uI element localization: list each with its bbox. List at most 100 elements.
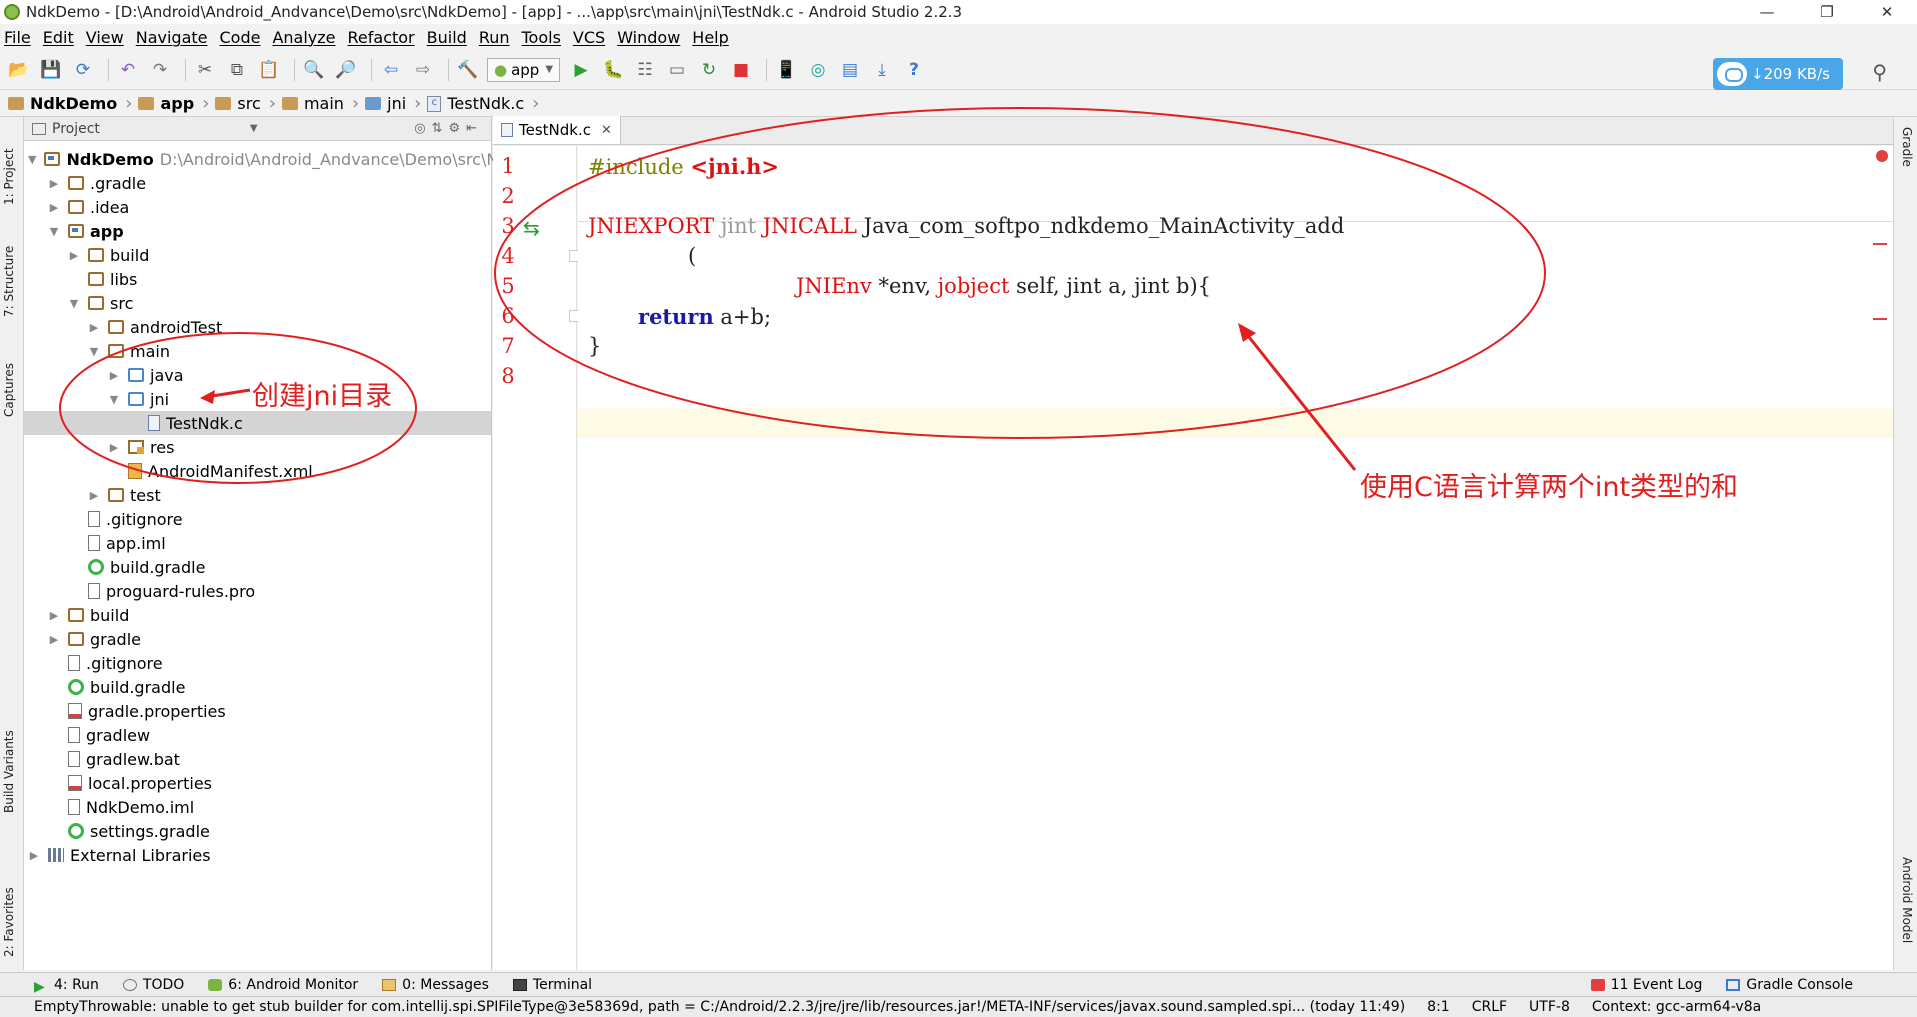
tool-tab-terminal[interactable]: Terminal bbox=[512, 977, 592, 993]
file-encoding[interactable]: UTF-8 bbox=[1529, 999, 1570, 1015]
menu-edit[interactable]: Edit bbox=[43, 28, 74, 47]
search-everywhere-icon[interactable]: ⚲ bbox=[1872, 60, 1887, 84]
save-all-icon[interactable]: 💾 bbox=[38, 57, 64, 83]
tree-row[interactable]: AndroidManifest.xml bbox=[24, 459, 491, 483]
breadcrumb-item[interactable]: NdkDemo › bbox=[8, 93, 132, 114]
tree-row[interactable]: ▼ src bbox=[24, 291, 491, 315]
tree-row[interactable]: ▼ main bbox=[24, 339, 491, 363]
tree-row[interactable]: ▶ res bbox=[24, 435, 491, 459]
minimize-button[interactable]: — bbox=[1737, 0, 1797, 24]
maximize-button[interactable]: ❐ bbox=[1797, 0, 1857, 24]
tree-row[interactable]: ▶ gradle bbox=[24, 627, 491, 651]
jni-navigation-icon[interactable]: ⇆ bbox=[523, 216, 540, 240]
avd-manager-icon[interactable]: 📱 bbox=[773, 57, 799, 83]
menu-window[interactable]: Window bbox=[617, 28, 680, 47]
collapsed-arrow-icon[interactable]: ▶ bbox=[68, 249, 80, 262]
project-view-select[interactable]: Project bbox=[52, 121, 100, 137]
paste-icon[interactable]: 📋 bbox=[256, 57, 282, 83]
menu-code[interactable]: Code bbox=[220, 28, 261, 47]
sdk-manager-icon[interactable]: ⤓ bbox=[869, 57, 895, 83]
tree-row[interactable]: NdkDemo.iml bbox=[24, 795, 491, 819]
tree-row[interactable]: build.gradle bbox=[24, 675, 491, 699]
expanded-arrow-icon[interactable]: ▼ bbox=[28, 153, 36, 166]
gradle-sync-icon[interactable]: ◎ bbox=[805, 57, 831, 83]
open-folder-icon[interactable]: 📂 bbox=[6, 57, 32, 83]
project-structure-icon[interactable]: ▤ bbox=[837, 57, 863, 83]
collapsed-arrow-icon[interactable]: ▶ bbox=[88, 489, 100, 502]
collapsed-arrow-icon[interactable]: ▶ bbox=[28, 849, 40, 862]
close-tab-icon[interactable]: ✕ bbox=[601, 123, 612, 138]
tree-row[interactable]: libs bbox=[24, 267, 491, 291]
collapsed-arrow-icon[interactable]: ▶ bbox=[48, 177, 60, 190]
tree-row[interactable]: .gitignore bbox=[24, 651, 491, 675]
tree-row[interactable]: local.properties bbox=[24, 771, 491, 795]
redo-icon[interactable]: ↷ bbox=[147, 57, 173, 83]
collapsed-arrow-icon[interactable]: ▶ bbox=[48, 609, 60, 622]
tree-row[interactable]: ▶ test bbox=[24, 483, 491, 507]
collapsed-arrow-icon[interactable]: ▶ bbox=[88, 321, 100, 334]
close-button[interactable]: ✕ bbox=[1857, 0, 1917, 24]
tool-tab-gradle-console[interactable]: Gradle Console bbox=[1726, 977, 1853, 993]
tool-tab-favorites[interactable]: 2: Favorites bbox=[2, 887, 16, 957]
breadcrumb-item[interactable]: c TestNdk.c › bbox=[427, 93, 539, 114]
forward-icon[interactable]: ⇨ bbox=[410, 57, 436, 83]
tree-row[interactable]: .gitignore bbox=[24, 507, 491, 531]
error-stripe-mark[interactable] bbox=[1873, 243, 1887, 245]
menu-file[interactable]: File bbox=[4, 28, 31, 47]
replace-icon[interactable]: 🔎 bbox=[333, 57, 359, 83]
tree-row[interactable]: gradlew bbox=[24, 723, 491, 747]
run-config-select[interactable]: ● app ▼ bbox=[487, 57, 561, 82]
menu-build[interactable]: Build bbox=[427, 28, 467, 47]
tree-row[interactable]: ▶ build bbox=[24, 243, 491, 267]
stop-icon[interactable]: ■ bbox=[728, 57, 754, 83]
tree-row[interactable]: ▶ build bbox=[24, 603, 491, 627]
tool-tab-android-monitor[interactable]: 6: Android Monitor bbox=[208, 977, 358, 993]
expanded-arrow-icon[interactable]: ▼ bbox=[108, 393, 120, 406]
error-indicator-icon[interactable] bbox=[1876, 150, 1888, 162]
help-icon[interactable]: ? bbox=[901, 57, 927, 83]
breadcrumb-item[interactable]: jni › bbox=[365, 93, 421, 114]
menu-run[interactable]: Run bbox=[479, 28, 510, 47]
breadcrumb-item[interactable]: app › bbox=[138, 93, 209, 114]
breadcrumb-item[interactable]: main › bbox=[281, 93, 359, 114]
attach-debugger-icon[interactable]: ▭ bbox=[664, 57, 690, 83]
error-stripe-mark[interactable] bbox=[1873, 318, 1887, 320]
menu-view[interactable]: View bbox=[86, 28, 124, 47]
tree-row[interactable]: ▶ .idea bbox=[24, 195, 491, 219]
profile-icon[interactable]: ☷ bbox=[632, 57, 658, 83]
tab-testndk-c[interactable]: TestNdk.c ✕ bbox=[493, 116, 621, 144]
tree-row[interactable]: proguard-rules.pro bbox=[24, 579, 491, 603]
menu-refactor[interactable]: Refactor bbox=[348, 28, 415, 47]
expanded-arrow-icon[interactable]: ▼ bbox=[88, 345, 100, 358]
menu-vcs[interactable]: VCS bbox=[573, 28, 605, 47]
tool-tab-structure[interactable]: 7: Structure bbox=[2, 246, 16, 317]
menu-navigate[interactable]: Navigate bbox=[136, 28, 208, 47]
expanded-arrow-icon[interactable]: ▼ bbox=[68, 297, 80, 310]
breadcrumb-item[interactable]: src › bbox=[215, 93, 276, 114]
tree-row[interactable]: ▶ androidTest bbox=[24, 315, 491, 339]
tool-tab-android-model[interactable]: Android Model bbox=[1900, 857, 1914, 943]
collapsed-arrow-icon[interactable]: ▶ bbox=[108, 369, 120, 382]
tool-tab-gradle[interactable]: Gradle bbox=[1900, 127, 1914, 167]
menu-tools[interactable]: Tools bbox=[522, 28, 561, 47]
copy-icon[interactable]: ⧉ bbox=[224, 57, 250, 83]
status-message[interactable]: EmptyThrowable: unable to get stub build… bbox=[34, 999, 1405, 1015]
make-project-icon[interactable]: 🔨 bbox=[455, 57, 481, 83]
tree-row[interactable]: ▶ External Libraries bbox=[24, 843, 491, 867]
tool-tab-messages[interactable]: 0: Messages bbox=[382, 977, 489, 993]
line-separator[interactable]: CRLF bbox=[1472, 999, 1507, 1015]
expanded-arrow-icon[interactable]: ▼ bbox=[48, 225, 60, 238]
tree-row[interactable]: build.gradle bbox=[24, 555, 491, 579]
menu-analyze[interactable]: Analyze bbox=[272, 28, 335, 47]
menu-help[interactable]: Help bbox=[692, 28, 728, 47]
tree-row[interactable]: gradle.properties bbox=[24, 699, 491, 723]
collapsed-arrow-icon[interactable]: ▶ bbox=[108, 441, 120, 454]
back-icon[interactable]: ⇦ bbox=[378, 57, 404, 83]
tool-tab-project[interactable]: 1: Project bbox=[2, 148, 16, 205]
code-editor[interactable]: #include <jni.h> JNIEXPORT jint JNICALL … bbox=[578, 146, 1893, 970]
caret-position[interactable]: 8:1 bbox=[1427, 999, 1450, 1015]
tool-tab-event-log[interactable]: 11 Event Log bbox=[1590, 977, 1702, 993]
tool-tab-todo[interactable]: TODO bbox=[122, 977, 184, 993]
tool-tab-captures[interactable]: Captures bbox=[2, 363, 16, 417]
panel-settings-icons[interactable]: ◎⇅⚙⇤ bbox=[414, 121, 483, 136]
